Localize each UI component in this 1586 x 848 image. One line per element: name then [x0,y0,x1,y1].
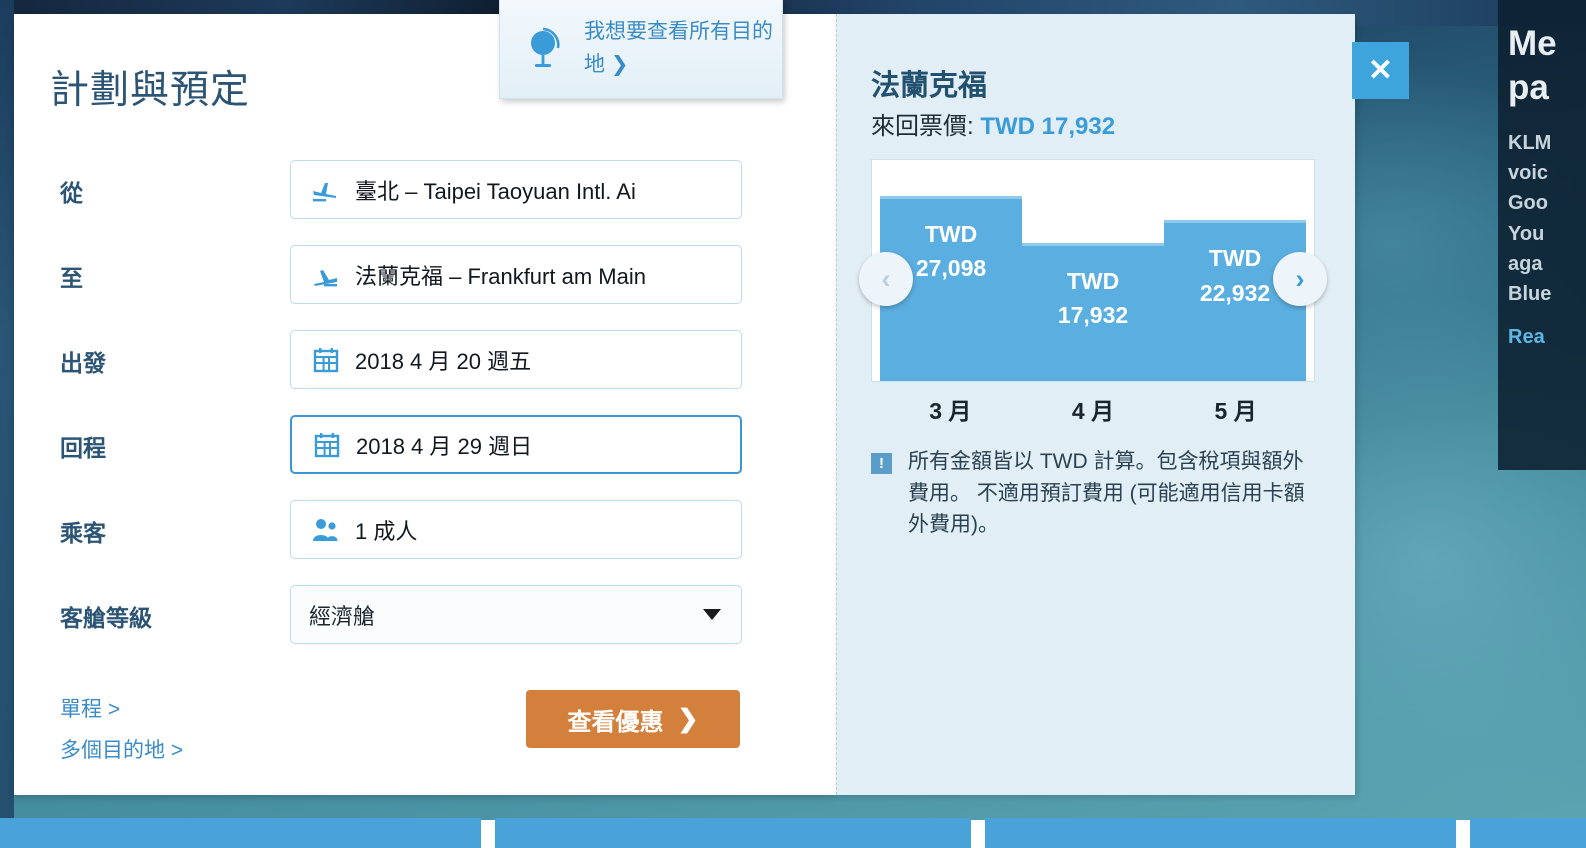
form-row-return: 回程 2018 4 月 29 週日 [14,415,836,500]
price-disclaimer: ! 所有金額皆以 TWD 計算。包含稅項與額外費用。 不適用預訂費用 (可能適用… [871,446,1323,541]
cabin-class-select[interactable]: 經濟艙 [290,585,742,644]
label-to: 至 [60,265,83,291]
booking-panel: 計劃與預定 從 臺北 – Taipei Taoyuan Intl. Ai 至 法… [14,14,836,795]
label-from: 從 [60,180,83,206]
search-form: 從 臺北 – Taipei Taoyuan Intl. Ai 至 法蘭克福 – … [14,160,836,670]
passengers-value: 1 成人 [355,518,418,544]
chart-next-button[interactable]: › [1273,252,1327,306]
chevron-left-icon: ‹ [881,263,891,294]
chart-bar[interactable]: TWD 17,932 [1022,242,1164,381]
teaser-card[interactable] [985,818,1456,848]
return-date-field[interactable]: 2018 4 月 29 週日 [290,415,742,474]
price-panel-city: 法蘭克福 [871,70,988,102]
bar-amount: 27,098 [915,255,987,282]
to-value: 法蘭克福 – Frankfurt am Main [355,263,646,289]
bar-amount: 17,932 [1057,302,1129,329]
background-left-strip [0,0,14,820]
passengers-icon [309,515,343,545]
chart-prev-button[interactable]: ‹ [859,252,913,306]
price-panel: 法蘭克福 來回票價: TWD 17,932 TWD 27,098 TWD 17,… [836,14,1355,795]
chart-x-tick: 3 月 [929,398,972,424]
from-value: 臺北 – Taipei Taoyuan Intl. Ai [355,178,636,204]
chart-x-axis: 3 月 4 月 5 月 [871,392,1315,426]
close-button[interactable]: ✕ [1352,42,1409,99]
label-passengers: 乘客 [60,520,106,546]
chevron-right-icon: ❯ [677,705,699,733]
price-chart: TWD 27,098 TWD 17,932 TWD 22,932 [871,159,1315,382]
fare-amount: TWD 17,932 [980,113,1116,140]
passengers-field[interactable]: 1 成人 [290,500,742,559]
promo-body: KLM voic Goo You aga Blue [1508,131,1552,306]
bar-currency: TWD [924,220,978,247]
calendar-icon [310,430,344,460]
return-date-value: 2018 4 月 29 週日 [356,433,533,459]
chevron-down-icon [703,609,721,620]
teaser-card[interactable] [0,818,481,848]
page-title: 計劃與預定 [50,69,251,112]
chart-x-tick: 5 月 [1214,398,1257,424]
one-way-link[interactable]: 單程 > [60,690,183,731]
form-row-depart: 出發 2018 4 月 20 週五 [14,330,836,415]
form-row-from: 從 臺北 – Taipei Taoyuan Intl. Ai [14,160,836,245]
search-offers-button[interactable]: 查看優惠 ❯ [526,690,740,748]
label-return: 回程 [60,435,106,461]
chevron-right-icon: › [1295,263,1305,294]
price-panel-fare: 來回票價: TWD 17,932 [871,106,1115,141]
form-row-to: 至 法蘭克福 – Frankfurt am Main [14,245,836,330]
depart-date-value: 2018 4 月 20 週五 [355,348,532,374]
teaser-card[interactable] [1470,818,1586,848]
chart-bars: TWD 27,098 TWD 17,932 TWD 22,932 [872,158,1314,381]
price-disclaimer-text: 所有金額皆以 TWD 計算。包含稅項與額外費用。 不適用預訂費用 (可能適用信用… [908,450,1305,536]
trip-type-links: 單程 > 多個目的地 > [60,690,183,772]
screen: Me pa KLM voic Goo You aga Blue Rea ✕ 計劃與… [0,0,1586,848]
search-button-label: 查看優惠 [567,708,664,736]
promo-title: Me pa [1508,24,1557,107]
form-row-passengers: 乘客 1 成人 [14,500,836,585]
info-icon: ! [871,453,892,474]
teaser-card[interactable] [495,818,971,848]
promo-card[interactable]: Me pa KLM voic Goo You aga Blue Rea [1498,0,1586,470]
plane-arrival-icon [309,260,343,290]
multi-destination-link[interactable]: 多個目的地 > [60,731,183,772]
bar-currency: TWD [1066,267,1120,294]
chart-x-tick: 4 月 [1071,398,1115,424]
bar-currency: TWD [1208,245,1262,272]
close-icon: ✕ [1367,53,1394,87]
fare-label: 來回票價: [871,113,974,140]
bar-amount: 22,932 [1199,279,1271,306]
from-field[interactable]: 臺北 – Taipei Taoyuan Intl. Ai [290,160,742,219]
depart-date-field[interactable]: 2018 4 月 20 週五 [290,330,742,389]
to-field[interactable]: 法蘭克福 – Frankfurt am Main [290,245,742,304]
label-cabin-class: 客艙等級 [60,605,152,631]
all-destinations-label: 我想要查看所有目的地 ❯ [584,20,773,76]
promo-read-more-link[interactable]: Rea [1508,326,1586,349]
calendar-icon [309,345,343,375]
all-destinations-tooltip[interactable]: 我想要查看所有目的地 ❯ [499,0,783,99]
plane-departure-icon [309,175,343,205]
cabin-class-value: 經濟艙 [309,603,376,629]
form-row-cabin-class: 客艙等級 經濟艙 [14,585,836,670]
globe-icon [524,26,568,72]
label-depart: 出發 [60,350,106,376]
